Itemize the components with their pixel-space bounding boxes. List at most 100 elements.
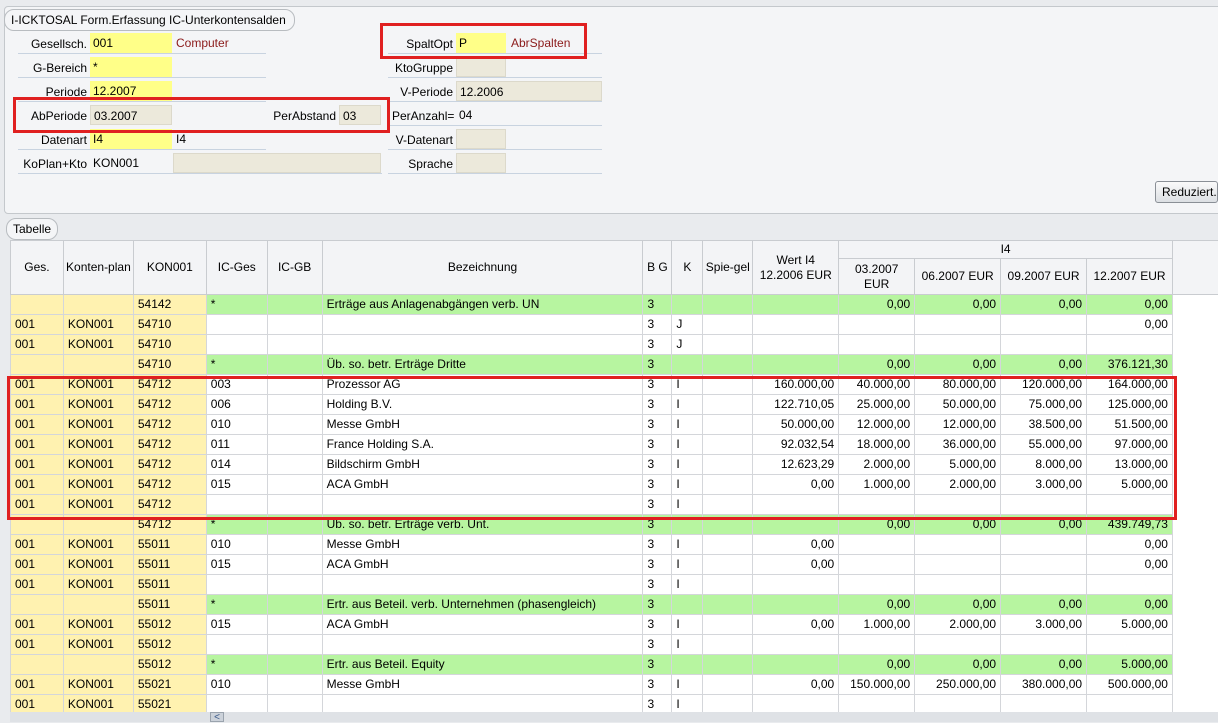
cell-p3[interactable]: 0,00 [1001,595,1087,615]
cell-bg[interactable]: 3 [643,595,672,615]
cell-spiegel[interactable] [703,615,753,635]
col-header-spiegel[interactable]: Spie-gel [703,241,753,295]
cell-p3[interactable]: 3.000,00 [1001,615,1087,635]
cell-p3[interactable]: 0,00 [1001,355,1087,375]
cell-plan[interactable]: KON001 [63,675,133,695]
cell-p2[interactable]: 0,00 [915,295,1001,315]
cell-bez[interactable] [322,695,643,713]
cell-bez[interactable]: Messe GmbH [322,675,643,695]
cell-bg[interactable]: 3 [643,615,672,635]
cell-p4[interactable] [1087,635,1173,655]
table-row[interactable]: 001KON001550213I [11,695,1218,713]
cell-ges[interactable]: 001 [11,695,64,713]
cell-k[interactable]: I [672,675,703,695]
cell-bg[interactable]: 3 [643,675,672,695]
cell-icgb[interactable] [267,615,322,635]
col-header-period-1[interactable]: 03.2007 EUR [839,259,915,295]
cell-spiegel[interactable] [703,535,753,555]
cell-p2[interactable] [915,555,1001,575]
table-row[interactable]: 001KON001550123I [11,635,1218,655]
cell-konto[interactable]: 54710 [133,335,206,355]
cell-plan[interactable]: KON001 [63,695,133,713]
cell-icges[interactable]: 015 [206,555,267,575]
cell-konto[interactable]: 55012 [133,655,206,675]
cell-wert[interactable] [753,335,839,355]
cell-p1[interactable]: 0,00 [839,595,915,615]
cell-ges[interactable]: 001 [11,315,64,335]
reduziert-button[interactable]: Reduziert. [1155,181,1218,203]
cell-spiegel[interactable] [703,635,753,655]
cell-wert[interactable] [753,695,839,713]
cell-p3[interactable] [1001,635,1087,655]
cell-k[interactable] [672,595,703,615]
table-sum-row[interactable]: 54710*Üb. so. betr. Erträge Dritte30,000… [11,355,1218,375]
cell-p1[interactable]: 150.000,00 [839,675,915,695]
cell-bez[interactable] [322,575,643,595]
cell-ges[interactable] [11,355,64,375]
cell-bez[interactable] [322,315,643,335]
cell-k[interactable]: I [672,635,703,655]
cell-plan[interactable]: KON001 [63,535,133,555]
cell-plan[interactable]: KON001 [63,635,133,655]
cell-ges[interactable]: 001 [11,535,64,555]
cell-wert[interactable] [753,595,839,615]
cell-icgb[interactable] [267,315,322,335]
cell-wert[interactable] [753,655,839,675]
cell-bez[interactable]: Messe GmbH [322,535,643,555]
cell-bg[interactable]: 3 [643,335,672,355]
cell-p4[interactable]: 5.000,00 [1087,615,1173,635]
cell-icgb[interactable] [267,335,322,355]
cell-p2[interactable]: 0,00 [915,595,1001,615]
cell-icgb[interactable] [267,295,322,315]
cell-icges[interactable]: 010 [206,675,267,695]
col-header-kontenplan[interactable]: Konten-plan [63,241,133,295]
cell-p1[interactable]: 0,00 [839,295,915,315]
cell-p1[interactable] [839,575,915,595]
cell-spiegel[interactable] [703,595,753,615]
cell-konto[interactable]: 55012 [133,635,206,655]
cell-p1[interactable] [839,555,915,575]
cell-p1[interactable] [839,695,915,713]
cell-p4[interactable] [1087,695,1173,713]
cell-konto[interactable]: 55011 [133,555,206,575]
cell-icgb[interactable] [267,575,322,595]
cell-spiegel[interactable] [703,335,753,355]
cell-icges[interactable] [206,695,267,713]
cell-p4[interactable]: 376.121,30 [1087,355,1173,375]
cell-bg[interactable]: 3 [643,555,672,575]
cell-k[interactable]: J [672,315,703,335]
horizontal-scrollbar[interactable] [10,712,1218,722]
sprache-field[interactable] [456,153,506,173]
cell-konto[interactable]: 55011 [133,595,206,615]
col-header-k[interactable]: K [672,241,703,295]
cell-ges[interactable]: 001 [11,335,64,355]
cell-p3[interactable]: 0,00 [1001,655,1087,675]
cell-konto[interactable]: 55021 [133,675,206,695]
col-header-icges[interactable]: IC-Ges [206,241,267,295]
cell-bg[interactable]: 3 [643,655,672,675]
cell-p1[interactable]: 0,00 [839,655,915,675]
cell-bez[interactable]: Erträge aus Anlagenabgängen verb. UN [322,295,643,315]
cell-plan[interactable]: KON001 [63,575,133,595]
cell-icgb[interactable] [267,535,322,555]
cell-wert[interactable] [753,575,839,595]
cell-p2[interactable] [915,335,1001,355]
cell-k[interactable]: I [672,575,703,595]
table-row[interactable]: 001KON001547103J0,00 [11,315,1218,335]
cell-p2[interactable]: 2.000,00 [915,615,1001,635]
cell-icges[interactable] [206,635,267,655]
cell-icges[interactable]: 015 [206,615,267,635]
col-header-kon001[interactable]: KON001 [133,241,206,295]
cell-icges[interactable]: * [206,295,267,315]
cell-konto[interactable]: 55012 [133,615,206,635]
cell-icges[interactable]: * [206,595,267,615]
cell-ges[interactable]: 001 [11,615,64,635]
cell-bg[interactable]: 3 [643,355,672,375]
cell-konto[interactable]: 54710 [133,315,206,335]
cell-wert[interactable] [753,355,839,375]
cell-p4[interactable]: 0,00 [1087,295,1173,315]
cell-p2[interactable] [915,695,1001,713]
cell-p3[interactable] [1001,575,1087,595]
cell-ges[interactable]: 001 [11,575,64,595]
gbereich-field[interactable]: * [90,57,172,77]
